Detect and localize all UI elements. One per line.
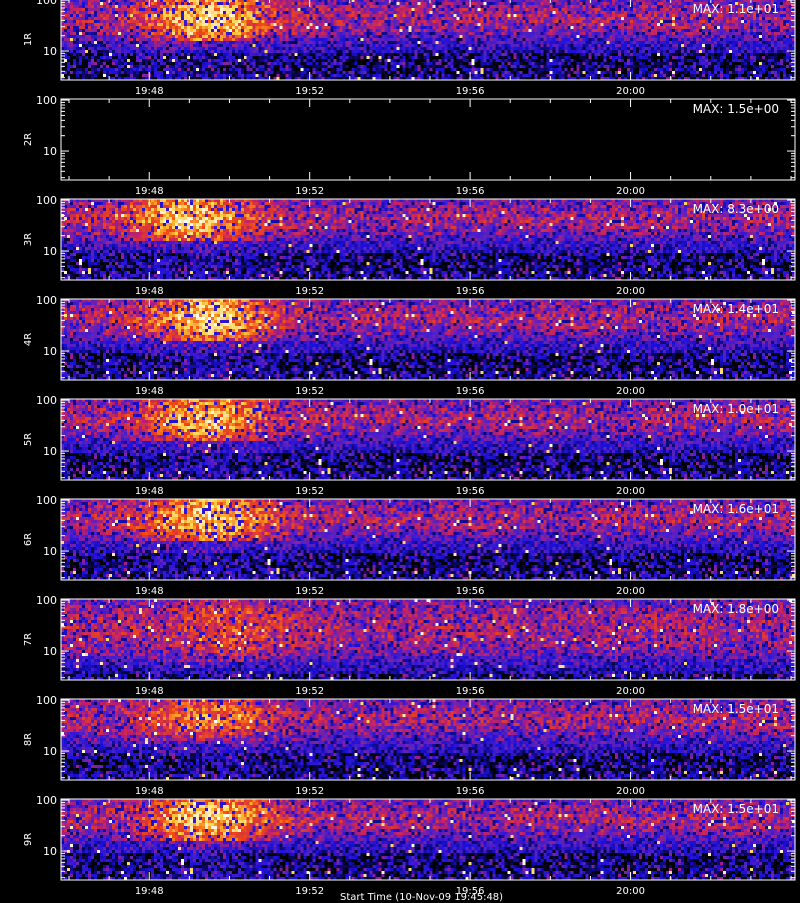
y-tick-label: 10	[43, 645, 57, 658]
heatmap-7R	[61, 599, 795, 680]
plot-frame-2R	[60, 98, 796, 181]
x-tick-label: 19:48	[135, 286, 164, 297]
max-annotation: MAX: 1.5e+01	[693, 802, 779, 816]
y-tick-label: 10	[43, 745, 57, 758]
max-annotation: MAX: 1.1e+01	[693, 2, 779, 16]
y-tick-label: 10	[43, 445, 57, 458]
heatmap-8R	[61, 699, 795, 780]
panel-label: 6R	[23, 533, 34, 546]
panel-label: 2R	[23, 133, 34, 146]
heatmap-6R	[61, 499, 795, 580]
y-tick-label: 100	[36, 794, 57, 807]
y-tick-label: 10	[43, 845, 57, 858]
x-tick-label: 19:56	[456, 486, 485, 497]
y-tick-label: 100	[36, 294, 57, 307]
panel-6R: 100 10 19:48 19:52 19:56 20:00 6R MAX: 1.6e+01	[23, 494, 796, 597]
max-annotation: MAX: 8.3e+00	[693, 202, 779, 216]
spectrogram-figure: 1001019:48 19:52 19:56 20:001RMAX: 1.1e+011…	[23, 0, 796, 897]
panel-label: 4R	[23, 333, 34, 346]
max-annotation: MAX: 1.4e+01	[693, 302, 779, 316]
x-tick-label: 19:56	[456, 586, 485, 597]
footer-start-time: Start Time (10-Nov-09 19:45:48)	[340, 892, 504, 903]
x-tick-label: 19:48	[135, 786, 164, 797]
x-tick-label: 19:52	[295, 586, 324, 597]
x-tick-label: 20:00	[616, 486, 645, 497]
y-tick-label: 100	[36, 394, 57, 407]
panel-label: 8R	[23, 733, 34, 746]
y-tick-label: 10	[43, 345, 57, 358]
panel-9R: 1001019:48 19:52 19:56 20:009RMAX: 1.5e+01	[23, 794, 796, 897]
x-tick-label: 19:48	[135, 586, 164, 597]
max-annotation: MAX: 1.5e+00	[693, 102, 779, 116]
x-tick-label: 19:48	[135, 686, 164, 697]
x-tick-label: 20:00	[616, 386, 645, 397]
heatmap-4R	[61, 299, 795, 380]
max-annotation: MAX: 1.8e+00	[693, 602, 779, 616]
x-tick-label: 19:52	[295, 686, 324, 697]
x-tick-label: 19:52	[295, 486, 324, 497]
x-tick-label: 19:48	[135, 886, 164, 897]
x-tick-label: 19:52	[295, 886, 324, 897]
y-tick-label: 10	[43, 45, 57, 58]
panel-label: 9R	[23, 833, 34, 846]
x-tick-label: 19:56	[456, 686, 485, 697]
y-tick-label: 100	[36, 594, 57, 607]
x-tick-label: 19:48	[135, 86, 164, 97]
x-tick-label: 20:00	[616, 786, 645, 797]
x-tick-label: 19:56	[456, 386, 485, 397]
panel-label: 7R	[23, 633, 34, 646]
x-tick-label: 20:00	[616, 86, 645, 97]
max-annotation: MAX: 1.0e+01	[693, 402, 779, 416]
panel-label: 5R	[23, 433, 34, 446]
y-tick-label: 100	[36, 194, 57, 207]
panel-7R: 100 10 19:48 19:52 19:56 20:00 7R MAX: 1.8e+00	[23, 594, 796, 697]
max-annotation: MAX: 1.5e+01	[693, 702, 779, 716]
x-tick-label: 20:00	[616, 586, 645, 597]
x-tick-label: 20:00	[616, 186, 645, 197]
y-tick-label: 100	[36, 494, 57, 507]
x-tick-label: 20:00	[616, 286, 645, 297]
max-annotation: MAX: 1.6e+01	[693, 502, 779, 516]
x-tick-label: 19:48	[135, 186, 164, 197]
panel-label: 3R	[23, 233, 34, 246]
x-tick-label: 19:56	[456, 186, 485, 197]
panel-1R: 100 10 19:48 19:52 19:56 20:00 1R MAX: 1.1e+01	[23, 0, 796, 97]
x-tick-label: 19:48	[135, 486, 164, 497]
y-tick-label: 10	[43, 145, 57, 158]
y-tick-label: 100	[36, 694, 57, 707]
x-tick-label: 19:52	[295, 86, 324, 97]
x-tick-label: 20:00	[616, 686, 645, 697]
y-tick-label: 10	[43, 245, 57, 258]
panel-3R: 100 10 19:48 19:52 19:56 20:00 3R MAX: 8.3e+00	[23, 194, 796, 297]
panel-2R: 100 10 19:48 19:52 19:56 20:00 2R MAX: 1.5e+00	[23, 94, 796, 197]
x-tick-label: 19:52	[295, 786, 324, 797]
x-tick-label: 19:48	[135, 386, 164, 397]
x-tick-label: 19:52	[295, 186, 324, 197]
y-tick-label: 10	[43, 545, 57, 558]
panel-8R: 100 10 19:48 19:52 19:56 20:00 8R MAX: 1.5e+01	[23, 694, 796, 797]
x-tick-label: 20:00	[616, 886, 645, 897]
y-tick-label: 100	[36, 0, 57, 7]
x-tick-label: 19:52	[295, 286, 324, 297]
heatmap-3R	[61, 199, 795, 280]
panel-5R: 100 10 19:48 19:52 19:56 20:00 5R MAX: 1.0e+01	[23, 394, 796, 497]
x-tick-label: 19:56	[456, 86, 485, 97]
panel-4R: 100 10 19:48 19:52 19:56 20:00 4R MAX: 1.4e+01	[23, 294, 796, 397]
heatmap-5R	[61, 399, 795, 480]
x-tick-label: 19:56	[456, 786, 485, 797]
heatmap-9R	[61, 799, 795, 880]
x-tick-label: 19:52	[295, 386, 324, 397]
heatmap-1R	[61, 0, 795, 80]
panel-label: 1R	[23, 33, 34, 46]
x-tick-label: 19:56	[456, 286, 485, 297]
y-tick-label: 100	[36, 94, 57, 107]
